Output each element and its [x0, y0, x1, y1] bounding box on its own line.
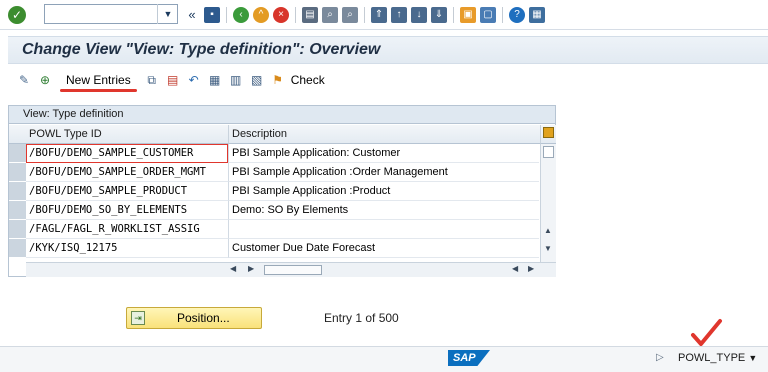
new-entries-label: New Entries [66, 73, 131, 87]
last-page-icon[interactable]: ⇓ [431, 7, 447, 23]
vertical-scrollbar[interactable]: ▲ ▼ [540, 144, 556, 262]
system-toolbar: ✓ ▼ « ▪ ‹ ^ × ▤ ⌕ ⌕ ⇑ ↑ ↓ ⇓ ▣ ▢ ? ▦ [0, 0, 768, 30]
exit-icon[interactable]: ^ [253, 7, 269, 23]
table-cell-description[interactable]: Customer Due Date Forecast [228, 239, 539, 258]
scroll-thumb[interactable] [543, 146, 554, 158]
back-icon[interactable]: ‹ [233, 7, 249, 23]
new-entries-button[interactable]: New Entries [60, 73, 137, 92]
row-selector[interactable] [9, 182, 26, 201]
page-title: Change View "View: Type definition": Ove… [22, 41, 381, 58]
shortcut-icon[interactable]: ▢ [480, 7, 496, 23]
row-selector[interactable] [9, 239, 26, 258]
table-cell-id[interactable]: /BOFU/DEMO_SO_BY_ELEMENTS [26, 201, 228, 220]
title-bar: Change View "View: Type definition": Ove… [8, 36, 768, 64]
row-selector[interactable] [9, 144, 26, 163]
find-next-icon[interactable]: ⌕ [342, 7, 358, 23]
help-icon[interactable]: ? [509, 7, 525, 23]
scroll-right-icon[interactable]: ▶ [528, 264, 534, 273]
print-icon[interactable]: ▤ [302, 7, 318, 23]
horizontal-scrollbar[interactable]: ◀ ▶ ◀ ▶ [26, 262, 556, 277]
annotation-checkmark-icon [691, 319, 722, 346]
scroll-down-icon[interactable]: ▼ [544, 244, 552, 253]
separator [453, 7, 454, 23]
table-cell-id[interactable]: /FAGL/FAGL_R_WORKLIST_ASSIG [26, 220, 228, 239]
transaction-label: POWL_TYPE [678, 352, 746, 364]
scroll-left-icon[interactable]: ◀ [230, 264, 236, 273]
undo-icon[interactable]: ↶ [186, 72, 202, 88]
transaction-code[interactable]: POWL_TYPE ▼ [678, 352, 757, 364]
back-history-icon[interactable]: « [184, 7, 200, 23]
deselect-all-icon[interactable]: ▧ [249, 72, 265, 88]
first-page-icon[interactable]: ⇑ [371, 7, 387, 23]
annotation-underline [60, 89, 137, 92]
table-caption: View: Type definition [9, 106, 555, 124]
position-button[interactable]: ⇥ Position... [126, 307, 262, 329]
entry-counter: Entry 1 of 500 [324, 311, 399, 325]
cancel-icon[interactable]: × [273, 7, 289, 23]
separator [226, 7, 227, 23]
details-icon[interactable]: ⊕ [37, 72, 53, 88]
table-cell-description[interactable] [228, 220, 539, 239]
new-session-icon[interactable]: ▣ [460, 7, 476, 23]
layout-menu-icon[interactable]: ▦ [529, 7, 545, 23]
position-icon: ⇥ [131, 311, 145, 325]
status-bar [0, 346, 768, 372]
table-cell-description[interactable]: PBI Sample Application: Customer [228, 144, 539, 163]
table-cell-id[interactable]: /BOFU/DEMO_SAMPLE_ORDER_MGMT [26, 163, 228, 182]
scroll-left-icon[interactable]: ◀ [512, 264, 518, 273]
row-selector[interactable] [9, 220, 26, 239]
table-cell-description[interactable]: Demo: SO By Elements [228, 201, 539, 220]
separator [295, 7, 296, 23]
table-cell-description[interactable]: PBI Sample Application :Product [228, 182, 539, 201]
transaction-dropdown-icon[interactable]: ▼ [748, 353, 757, 363]
delete-icon[interactable]: ▤ [165, 72, 181, 88]
find-icon[interactable]: ⌕ [322, 7, 338, 23]
row-select-all[interactable] [9, 125, 26, 144]
scroll-right-icon[interactable]: ▶ [248, 264, 254, 273]
separator [502, 7, 503, 23]
row-selector[interactable] [9, 201, 26, 220]
system-icon-row: « ▪ ‹ ^ × ▤ ⌕ ⌕ ⇑ ↑ ↓ ⇓ ▣ ▢ ? ▦ [184, 5, 545, 25]
application-toolbar: ✎ ⊕ New Entries ⧉ ▤ ↶ ▦ ▥ ▧ ⚑ Check [8, 66, 768, 94]
next-page-icon[interactable]: ↓ [411, 7, 427, 23]
table-cell-id[interactable]: /KYK/ISQ_12175 [26, 239, 228, 258]
column-header-description[interactable]: Description [228, 125, 540, 144]
row-selector[interactable] [9, 163, 26, 182]
select-all-icon[interactable]: ▦ [207, 72, 223, 88]
h-scroll-thumb[interactable] [264, 265, 322, 275]
command-dropdown-icon[interactable]: ▼ [157, 4, 178, 24]
type-definition-table: View: Type definition POWL Type ID Descr… [8, 105, 556, 277]
separator [364, 7, 365, 23]
table-cell-id[interactable]: /BOFU/DEMO_SAMPLE_PRODUCT [26, 182, 228, 201]
status-expand-icon[interactable]: ▷ [656, 352, 664, 363]
previous-page-icon[interactable]: ↑ [391, 7, 407, 23]
display-change-icon[interactable]: ✎ [16, 72, 32, 88]
table-cell-id[interactable]: /BOFU/DEMO_SAMPLE_CUSTOMER [26, 144, 228, 163]
scroll-up-icon[interactable]: ▲ [544, 226, 552, 235]
column-header-powl-type-id[interactable]: POWL Type ID [26, 125, 228, 144]
table-settings-icon[interactable] [540, 125, 556, 144]
position-button-label: Position... [177, 311, 230, 325]
copy-icon[interactable]: ⧉ [144, 72, 160, 88]
enter-check-icon[interactable]: ✓ [8, 6, 26, 24]
save-icon[interactable]: ▪ [204, 7, 220, 23]
check-button[interactable]: Check [291, 73, 325, 87]
select-block-icon[interactable]: ▥ [228, 72, 244, 88]
table-cell-description[interactable]: PBI Sample Application :Order Management [228, 163, 539, 182]
check-icon[interactable]: ⚑ [270, 72, 286, 88]
